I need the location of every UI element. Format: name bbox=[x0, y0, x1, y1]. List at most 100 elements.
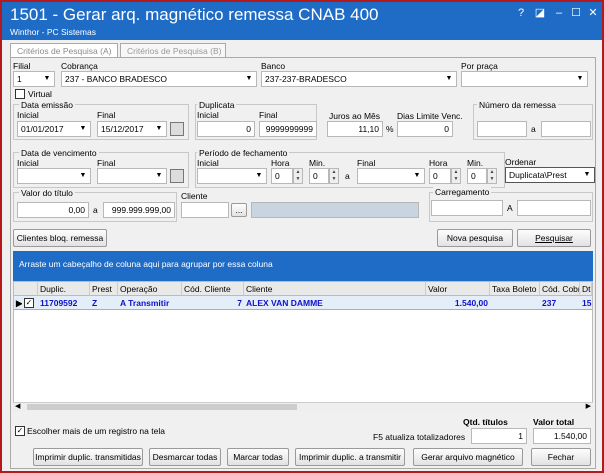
chevron-down-icon: ▼ bbox=[583, 171, 591, 178]
tab-criterios-a[interactable]: Critérios de Pesquisa (A) bbox=[10, 43, 118, 58]
clientes-bloq-button[interactable]: Clientes bloq. remessa bbox=[13, 229, 107, 247]
min-fim-input[interactable]: 0 bbox=[467, 168, 487, 184]
horizontal-scrollbar[interactable]: ◀ ▶ bbox=[13, 402, 593, 411]
valor-final-input[interactable]: 999.999.999,00 bbox=[103, 202, 175, 218]
tab-criterios-b[interactable]: Critérios de Pesquisa (B) bbox=[120, 43, 226, 58]
ordenar-label: Ordenar bbox=[505, 157, 537, 167]
pesquisar-button[interactable]: Pesquisar bbox=[517, 229, 591, 247]
por-praca-label: Por praça bbox=[461, 61, 498, 71]
f5-hint: F5 atualiza totalizadores bbox=[373, 432, 466, 442]
cell-valor: 1.540,00 bbox=[454, 298, 488, 308]
carregamento-inicial-input[interactable] bbox=[431, 200, 503, 216]
emissao-final-input[interactable]: 15/12/2017 ▼ bbox=[97, 121, 167, 137]
title-bar: 1501 - Gerar arq. magnético remessa CNAB… bbox=[2, 2, 602, 40]
multi-select-checkbox[interactable]: ✓ bbox=[15, 426, 25, 436]
imprimir-transmitidas-button[interactable]: Imprimir duplic. transmitidas bbox=[33, 448, 143, 466]
help-icon[interactable]: ? bbox=[514, 6, 528, 20]
col-header-cod-cliente[interactable]: Cód. Cliente bbox=[182, 282, 244, 296]
periodo-label: Período de fechamento bbox=[197, 148, 290, 158]
periodo-final-label: Final bbox=[357, 158, 376, 168]
hora-ini-input[interactable]: 0 bbox=[271, 168, 293, 184]
marcar-todas-button[interactable]: Marcar todas bbox=[227, 448, 289, 466]
window-subtitle: Winthor - PC Sistemas bbox=[10, 27, 96, 37]
hora-fim-spinner[interactable]: ▲ ▼ bbox=[451, 168, 461, 184]
min-ini-input[interactable]: 0 bbox=[309, 168, 329, 184]
col-header-valor[interactable]: Valor bbox=[426, 282, 490, 296]
valor-inicial-input[interactable]: 0,00 bbox=[17, 202, 89, 218]
maximize-icon[interactable]: ☐ bbox=[569, 6, 583, 20]
venc-final-input[interactable]: ▼ bbox=[97, 168, 167, 184]
nova-pesquisa-button[interactable]: Nova pesquisa bbox=[437, 229, 513, 247]
carregamento-final-input[interactable] bbox=[517, 200, 591, 216]
hora-fim-input[interactable]: 0 bbox=[429, 168, 451, 184]
scroll-thumb[interactable] bbox=[27, 404, 297, 410]
calendar-icon[interactable] bbox=[170, 122, 184, 136]
min-fim-spinner[interactable]: ▲ ▼ bbox=[487, 168, 497, 184]
qtd-titulos-value: 1 bbox=[471, 428, 527, 444]
venc-inicial-label: Inicial bbox=[17, 158, 39, 168]
remessa-final-input[interactable] bbox=[541, 121, 591, 137]
dias-limite-input[interactable]: 0 bbox=[397, 121, 453, 137]
cliente-name-display bbox=[251, 202, 419, 218]
min-ini-spinner[interactable]: ▲ ▼ bbox=[329, 168, 339, 184]
periodo-inicial-label: Inicial bbox=[197, 158, 219, 168]
juros-unit: % bbox=[386, 124, 394, 134]
banco-select[interactable]: 237-237-BRADESCO ▼ bbox=[261, 71, 457, 87]
filial-select[interactable]: 1 ▼ bbox=[13, 71, 55, 87]
imprimir-a-transmitir-button[interactable]: Imprimir duplic. a transmitir bbox=[295, 448, 405, 466]
calendar-icon[interactable] bbox=[170, 169, 184, 183]
minimize-icon[interactable]: – bbox=[552, 6, 566, 20]
close-icon[interactable]: ✕ bbox=[586, 6, 600, 20]
col-header-operacao[interactable]: Operação bbox=[118, 282, 182, 296]
chevron-down-icon: ▼ bbox=[576, 75, 584, 82]
hora-ini-label: Hora bbox=[271, 158, 290, 168]
col-header-cliente[interactable]: Cliente bbox=[244, 282, 426, 296]
por-praca-select[interactable]: ▼ bbox=[461, 71, 588, 87]
scroll-left-icon[interactable]: ◀ bbox=[15, 402, 20, 410]
cliente-code-input[interactable] bbox=[181, 202, 229, 218]
venc-inicial-input[interactable]: ▼ bbox=[17, 168, 91, 184]
dup-final-label: Final bbox=[259, 110, 278, 120]
group-by-band[interactable]: Arraste um cabeçalho de coluna aqui para… bbox=[13, 251, 593, 281]
results-grid: Duplic. Prest Operação Cód. Cliente Clie… bbox=[13, 281, 593, 411]
col-header-duplic[interactable]: Duplic. bbox=[38, 282, 90, 296]
emissao-inicial-input[interactable]: 01/01/2017 ▼ bbox=[17, 121, 91, 137]
restore-layout-icon[interactable]: ◪ bbox=[533, 6, 547, 20]
grid-corner bbox=[14, 282, 38, 296]
cell-taxa-boleto bbox=[490, 296, 540, 310]
periodo-final-input[interactable]: ▼ bbox=[357, 168, 425, 184]
dup-final-input[interactable]: 9999999999 bbox=[259, 121, 317, 137]
chevron-down-icon: ▼ bbox=[413, 172, 421, 179]
chevron-down-icon: ▼ bbox=[445, 75, 453, 82]
col-header-dt[interactable]: Dt bbox=[580, 282, 592, 296]
juros-input[interactable]: 11,10 bbox=[327, 121, 383, 137]
min-fim-label: Min. bbox=[467, 158, 484, 168]
dias-limite-label: Dias Limite Venc. bbox=[397, 111, 463, 121]
remessa-label: Número da remessa bbox=[477, 100, 559, 110]
emissao-inicial-label: Inicial bbox=[17, 110, 39, 120]
valor-total-value: 1.540,00 bbox=[533, 428, 591, 444]
hora-ini-spinner[interactable]: ▲ ▼ bbox=[293, 168, 303, 184]
valor-label: Valor do título bbox=[19, 188, 75, 198]
scroll-right-icon[interactable]: ▶ bbox=[586, 402, 591, 410]
cliente-search-button[interactable]: ... bbox=[231, 203, 247, 217]
fechar-button[interactable]: Fechar bbox=[531, 448, 591, 466]
col-header-taxa-boleto[interactable]: Taxa Boleto bbox=[490, 282, 540, 296]
virtual-checkbox[interactable] bbox=[15, 89, 25, 99]
app-window: 1501 - Gerar arq. magnético remessa CNAB… bbox=[0, 0, 604, 473]
cell-operacao: A Transmitir bbox=[120, 298, 170, 308]
periodo-inicial-input[interactable]: ▼ bbox=[197, 168, 267, 184]
ordenar-select[interactable]: Duplicata\Prest ▼ bbox=[505, 167, 595, 183]
cobranca-select[interactable]: 237 - BANCO BRADESCO ▼ bbox=[61, 71, 257, 87]
window-title: 1501 - Gerar arq. magnético remessa CNAB… bbox=[10, 5, 379, 24]
gerar-arquivo-button[interactable]: Gerar arquivo magnético bbox=[413, 448, 523, 466]
cell-cod-cliente: 7 bbox=[237, 298, 242, 308]
row-select-checkbox[interactable]: ✓ bbox=[24, 298, 34, 308]
dup-inicial-label: Inicial bbox=[197, 110, 219, 120]
valor-sep: a bbox=[93, 205, 98, 215]
remessa-inicial-input[interactable] bbox=[477, 121, 527, 137]
col-header-prest[interactable]: Prest bbox=[90, 282, 118, 296]
col-header-cod-cobranca[interactable]: Cód. Cobran bbox=[540, 282, 580, 296]
dup-inicial-input[interactable]: 0 bbox=[197, 121, 255, 137]
desmarcar-todas-button[interactable]: Desmarcar todas bbox=[149, 448, 221, 466]
